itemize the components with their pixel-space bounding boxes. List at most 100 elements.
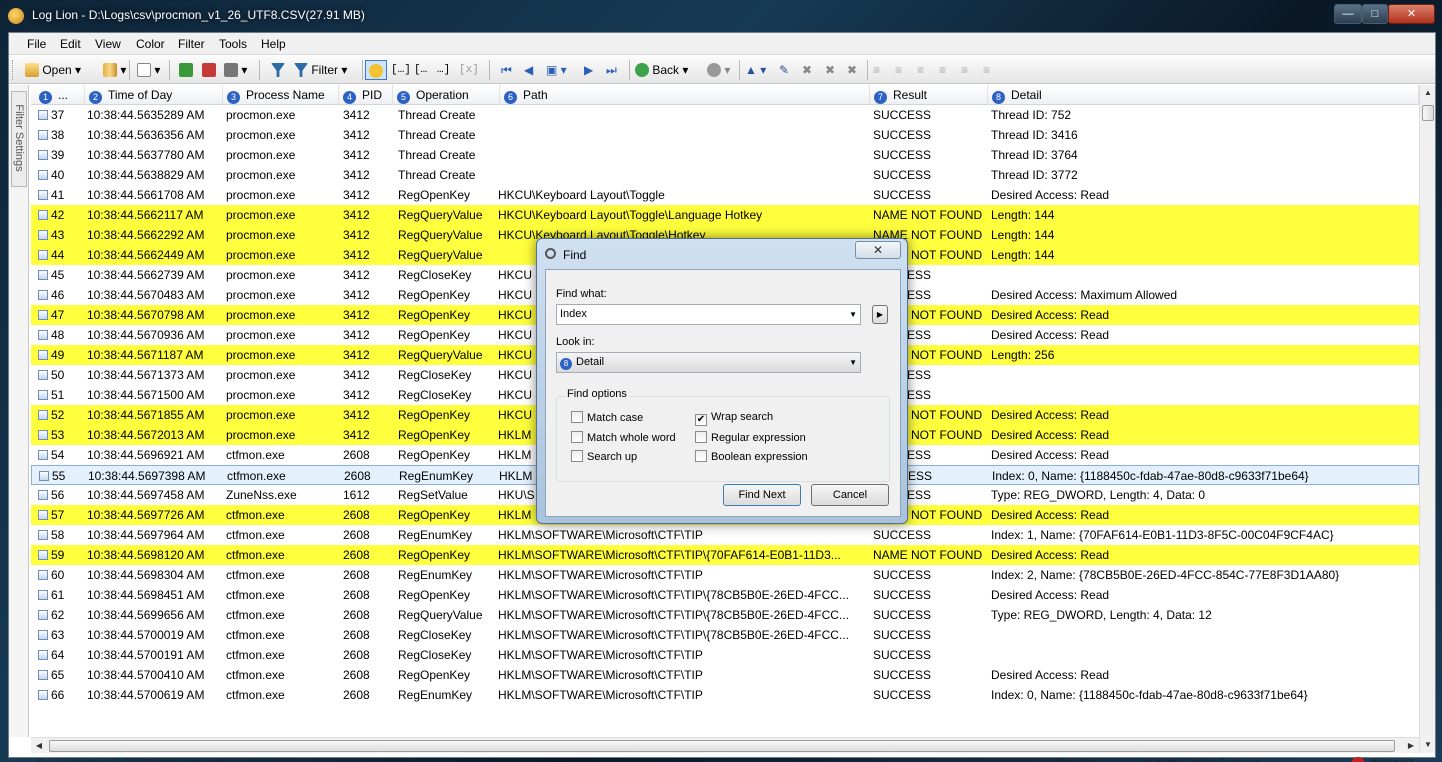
menu-view[interactable]: View <box>95 37 121 51</box>
cell-pid: 1612 <box>343 488 370 502</box>
table-row[interactable]: 66 10:38:44.5700619 AM ctfmon.exe 2608 RegEn… <box>31 685 1419 705</box>
menu-filter[interactable]: Filter <box>178 37 205 51</box>
cell-proc: ctfmon.exe <box>226 668 285 682</box>
align-tool-1[interactable]: ≡ <box>873 60 880 80</box>
marker-tool-2[interactable]: ✖ <box>802 60 812 80</box>
look-in-select[interactable]: 8 Detail ▼ <box>556 352 861 373</box>
boolean-expression-checkbox[interactable]: Boolean expression <box>695 450 808 464</box>
open-button[interactable]: Open ▾ <box>25 60 81 80</box>
table-row[interactable]: 64 10:38:44.5700191 AM ctfmon.exe 2608 RegCl… <box>31 645 1419 665</box>
alert-icon[interactable] <box>1351 757 1365 762</box>
marker-tool-3[interactable]: ✖ <box>825 60 835 80</box>
match-whole-word-checkbox[interactable]: Match whole word <box>571 431 676 445</box>
column-header-detail[interactable]: 8 Detail <box>988 85 1419 105</box>
table-row[interactable]: 60 10:38:44.5698304 AM ctfmon.exe 2608 RegEn… <box>31 565 1419 585</box>
close-button[interactable]: ✕ <box>1388 4 1435 24</box>
filter-button[interactable]: Filter ▾ <box>294 60 347 80</box>
column-header-pid[interactable]: 4 PID <box>339 85 393 105</box>
align-tool-4[interactable]: ≡ <box>939 60 946 80</box>
bookmark-button[interactable]: ▣ ▾ <box>546 60 567 80</box>
column-header-proc[interactable]: 3 Process Name <box>223 85 339 105</box>
cell-time: 10:38:44.5697398 AM <box>88 469 206 483</box>
refresh-button[interactable] <box>179 60 193 80</box>
align-tool-3[interactable]: ≡ <box>917 60 924 80</box>
chevron-down-icon[interactable]: ▼ <box>849 305 857 324</box>
table-row[interactable]: 63 10:38:44.5700019 AM ctfmon.exe 2608 RegCl… <box>31 625 1419 645</box>
column-header-result[interactable]: 7 Result <box>870 85 988 105</box>
maximize-button[interactable]: □ <box>1362 4 1388 24</box>
menu-file[interactable]: File <box>27 37 46 51</box>
column-header-idx[interactable]: 1... <box>35 85 85 105</box>
table-row[interactable]: 61 10:38:44.5698451 AM ctfmon.exe 2608 RegOp… <box>31 585 1419 605</box>
filter-funnel-button[interactable] <box>271 60 285 80</box>
find-options-arrow-button[interactable]: ▶ <box>872 305 888 324</box>
previous-button[interactable]: ◀ <box>524 60 533 80</box>
toolbar-grip[interactable] <box>12 60 16 80</box>
align-tool-6[interactable]: ≡ <box>983 60 990 80</box>
find-dialog-close-button[interactable]: ✕ <box>855 241 901 259</box>
cell-path: HKLM\SOFTWARE\Microsoft\CTF\TIP <box>498 648 703 662</box>
align-tool-2[interactable]: ≡ <box>895 60 902 80</box>
filter-settings-panel[interactable]: Filter Settings <box>9 85 29 737</box>
table-row[interactable]: 40 10:38:44.5638829 AM procmon.exe 3412 Thre… <box>31 165 1419 185</box>
cancel-button[interactable]: Cancel <box>811 484 889 506</box>
marker-tool-1[interactable]: ✎ <box>779 60 789 80</box>
back-button[interactable]: Back ▾ <box>635 60 688 80</box>
column-header-time[interactable]: 2 Time of Day <box>85 85 223 105</box>
find-next-button[interactable]: Find Next <box>723 484 801 506</box>
marker-button[interactable]: ▲ ▾ <box>745 60 766 80</box>
find-what-input[interactable]: Index ▼ <box>556 304 861 325</box>
cell-time: 10:38:44.5697458 AM <box>87 488 205 502</box>
menu-color[interactable]: Color <box>136 37 165 51</box>
clipboard-button[interactable]: ▾ <box>224 60 247 80</box>
first-button[interactable]: ⏮ <box>501 60 512 80</box>
wrap-search-checkbox[interactable]: ✔ Wrap search <box>695 411 773 426</box>
table-row[interactable]: 37 10:38:44.5635289 AM procmon.exe 3412 Thre… <box>31 105 1419 125</box>
table-row[interactable]: 59 10:38:44.5698120 AM ctfmon.exe 2608 RegOp… <box>31 545 1419 565</box>
highlight-toggle-button[interactable] <box>365 60 387 80</box>
menu-help[interactable]: Help <box>261 37 286 51</box>
database-button[interactable]: ▾ <box>103 60 126 80</box>
table-row[interactable]: 38 10:38:44.5636356 AM procmon.exe 3412 Thre… <box>31 125 1419 145</box>
reload-error-button[interactable] <box>202 60 216 80</box>
table-row[interactable]: 41 10:38:44.5661708 AM procmon.exe 3412 RegO… <box>31 185 1419 205</box>
column-header-op[interactable]: 5 Operation <box>393 85 500 105</box>
column-header-path[interactable]: 6 Path <box>500 85 870 105</box>
bracket-tool-3[interactable]: …] <box>437 60 450 80</box>
marker-tool-4[interactable]: ✖ <box>847 60 857 80</box>
filter-settings-tab[interactable]: Filter Settings <box>11 91 27 187</box>
table-row[interactable]: 65 10:38:44.5700410 AM ctfmon.exe 2608 RegOp… <box>31 665 1419 685</box>
menu-edit[interactable]: Edit <box>60 37 81 51</box>
cell-detail: Desired Access: Read <box>991 188 1110 202</box>
search-up-checkbox[interactable]: Search up <box>571 450 637 464</box>
next-button[interactable]: ▶ <box>584 60 593 80</box>
bracket-tool-2[interactable]: [… <box>414 60 427 80</box>
copy-button[interactable]: ▾ <box>137 60 160 80</box>
cell-op: RegEnumKey <box>398 568 473 582</box>
last-button[interactable]: ⏭ <box>606 60 617 80</box>
menu-tools[interactable]: Tools <box>219 37 247 51</box>
column-number-badge: 5 <box>397 91 410 104</box>
match-case-checkbox[interactable]: Match case <box>571 411 643 425</box>
regular-expression-checkbox[interactable]: Regular expression <box>695 431 806 445</box>
bracket-tool-clear[interactable]: [x] <box>459 60 479 80</box>
scroll-up-arrow-icon[interactable]: ▲ <box>1420 85 1436 101</box>
forward-button[interactable]: ▾ <box>707 60 730 80</box>
cell-op: RegQueryValue <box>398 208 483 222</box>
align-tool-5[interactable]: ≡ <box>961 60 968 80</box>
row-entry-icon <box>38 310 48 320</box>
column-header-label: Time of Day <box>108 88 173 102</box>
row-entry-icon <box>38 510 48 520</box>
cell-op: RegCloseKey <box>398 628 472 642</box>
chevron-down-icon[interactable]: ▼ <box>849 353 857 372</box>
cell-pid: 3412 <box>343 368 370 382</box>
bracket-tool-1[interactable]: […] <box>391 60 411 80</box>
minimize-button[interactable]: — <box>1334 4 1362 24</box>
vertical-scrollbar[interactable]: ▲ ▼ <box>1419 85 1435 753</box>
cell-proc: ctfmon.exe <box>226 528 285 542</box>
vertical-scroll-thumb[interactable] <box>1422 105 1434 121</box>
table-row[interactable]: 39 10:38:44.5637780 AM procmon.exe 3412 Thre… <box>31 145 1419 165</box>
table-row[interactable]: 42 10:38:44.5662117 AM procmon.exe 3412 RegQ… <box>31 205 1419 225</box>
table-row[interactable]: 62 10:38:44.5699656 AM ctfmon.exe 2608 RegQu… <box>31 605 1419 625</box>
table-row[interactable]: 58 10:38:44.5697964 AM ctfmon.exe 2608 RegEn… <box>31 525 1419 545</box>
